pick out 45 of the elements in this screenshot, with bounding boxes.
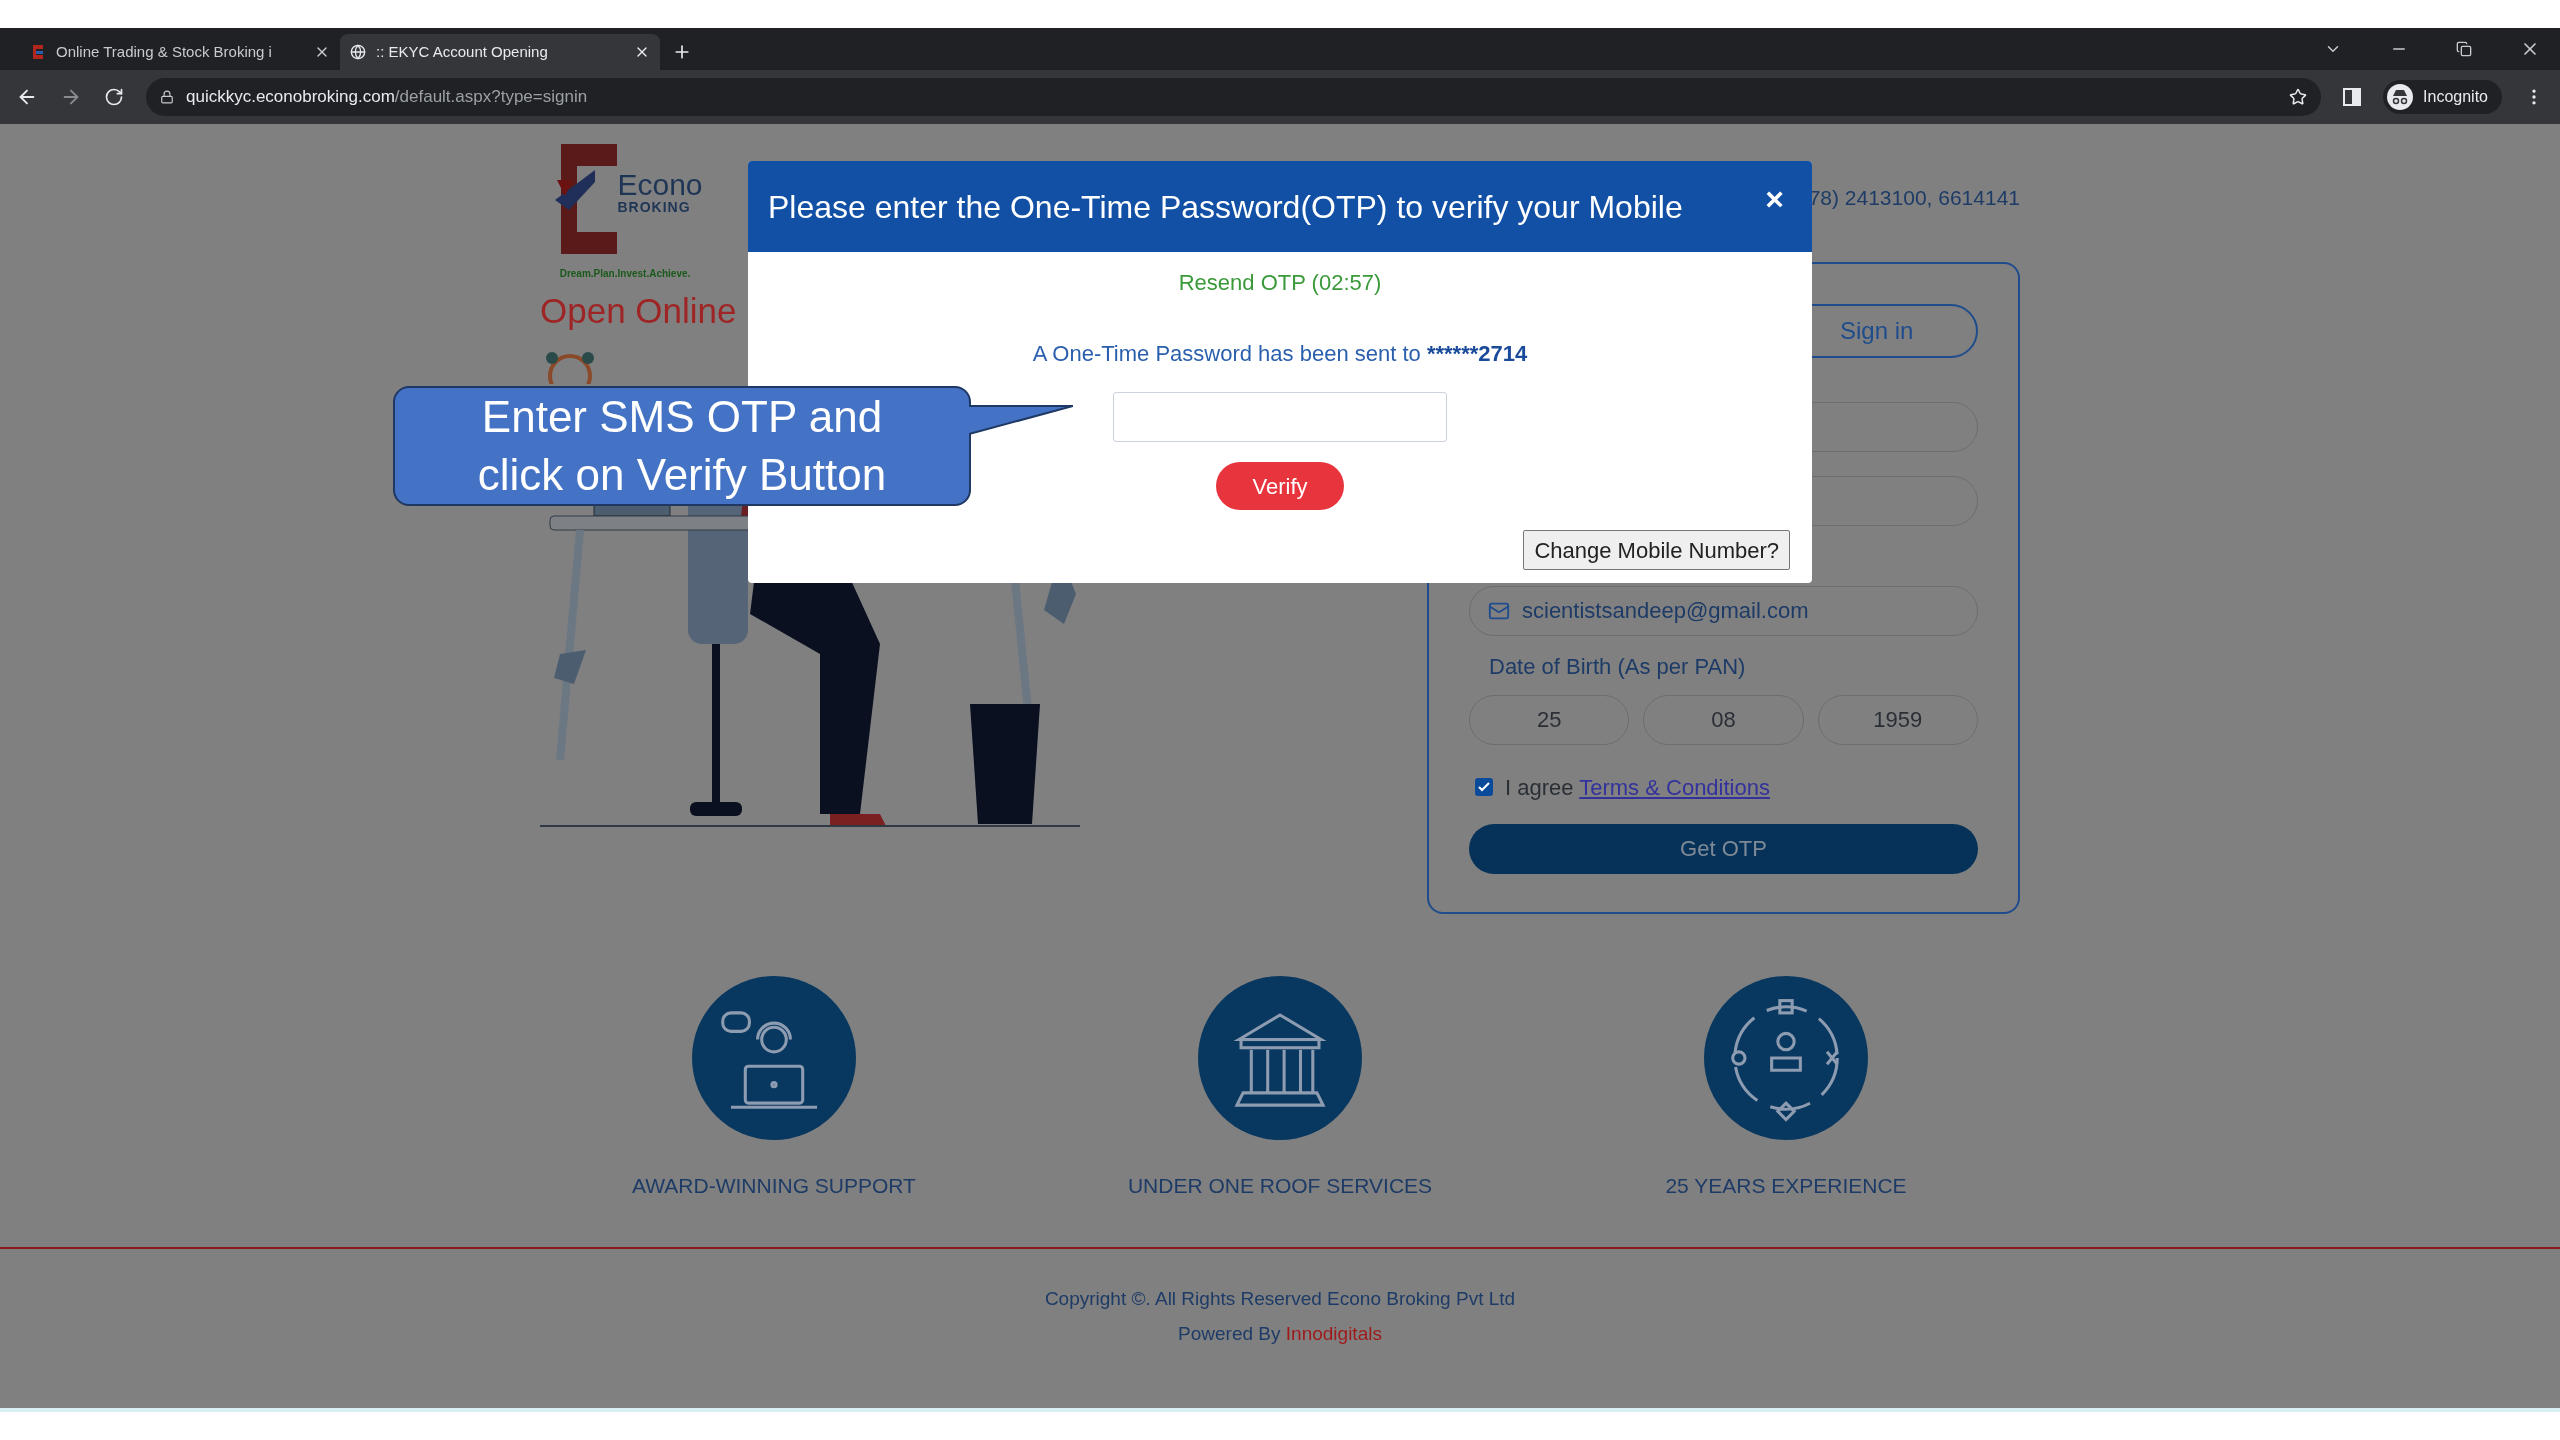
alarm-clock-icon [544, 349, 596, 384]
agree-checkbox[interactable] [1475, 778, 1493, 796]
page-heading: Open Online [540, 290, 738, 332]
callout-bubble: Enter SMS OTP and click on Verify Button [393, 386, 971, 506]
logo-icon [30, 43, 46, 61]
terms-link[interactable]: Terms & Conditions [1579, 774, 1770, 800]
checkmark-icon [1477, 780, 1491, 794]
incognito-icon [2387, 84, 2414, 110]
econo-logo: Econo BROKING Dream.Plan.Invest.Achieve. [540, 140, 710, 281]
tab-title: Online Trading & Stock Broking i [56, 41, 273, 62]
reload-icon[interactable] [104, 87, 124, 107]
copyright-text: Copyright ©. All Rights Reserved Econo Broking Pvt Ltd [1044, 1287, 1516, 1311]
email-field[interactable]: scientistsandeep@gmail.com [1469, 585, 1978, 636]
url-text: quickkyc.econobroking.com/default.aspx?type=signin [186, 86, 588, 109]
phone-numbers: 78) 2413100, 6614141 [1808, 185, 2020, 211]
resend-otp-link[interactable]: Resend OTP (02:57) [1178, 266, 1382, 299]
powered-by-text: Powered By Innodigitals [1178, 1321, 1382, 1346]
verify-button[interactable]: Verify [1216, 462, 1344, 510]
feature-label: UNDER ONE ROOF SERVICES [1127, 1172, 1433, 1199]
side-panel-icon[interactable] [2343, 88, 2362, 106]
bookmark-star-icon[interactable] [2289, 88, 2308, 106]
lock-icon [160, 90, 174, 104]
agree-text: I agree Terms & Conditions [1505, 773, 1770, 802]
tab-title: :: EKYC Account Opening [376, 41, 549, 62]
dob-field[interactable]: 25 [1469, 694, 1630, 745]
address-bar[interactable]: quickkyc.econobroking.com/default.aspx?type=signin [146, 78, 2322, 116]
restore-icon[interactable] [2456, 41, 2472, 57]
bank-icon [1198, 975, 1362, 1140]
otp-input[interactable] [1113, 392, 1447, 442]
dob-label: Date of Birth (As per PAN) [1488, 652, 1747, 681]
close-button[interactable]: × [1765, 175, 1784, 223]
feature-label: 25 YEARS EXPERIENCE [1665, 1172, 1907, 1199]
feature-label: AWARD-WINNING SUPPORT [632, 1172, 916, 1199]
profile-chip[interactable]: Incognito [2383, 80, 2502, 114]
browser-tab[interactable]: Online Trading & Stock Broking i [20, 34, 340, 70]
globe-icon [350, 44, 366, 60]
get-otp-button[interactable]: Get OTP [1469, 823, 1978, 874]
network-icon [1704, 975, 1868, 1140]
innodigitals-link[interactable]: Innodigitals [1285, 1322, 1382, 1344]
support-icon [692, 975, 856, 1140]
change-mobile-button[interactable]: Change Mobile Number? [1523, 530, 1790, 570]
dialog-title: Please enter the One-Time Password(OTP) to verify your Mobile [768, 187, 1683, 227]
otp-sent-message: A One-Time Password has been sent to ******2714 [1032, 340, 1528, 368]
browser-tab[interactable]: :: EKYC Account Opening [340, 34, 660, 70]
dob-field[interactable]: 08 [1643, 694, 1804, 745]
